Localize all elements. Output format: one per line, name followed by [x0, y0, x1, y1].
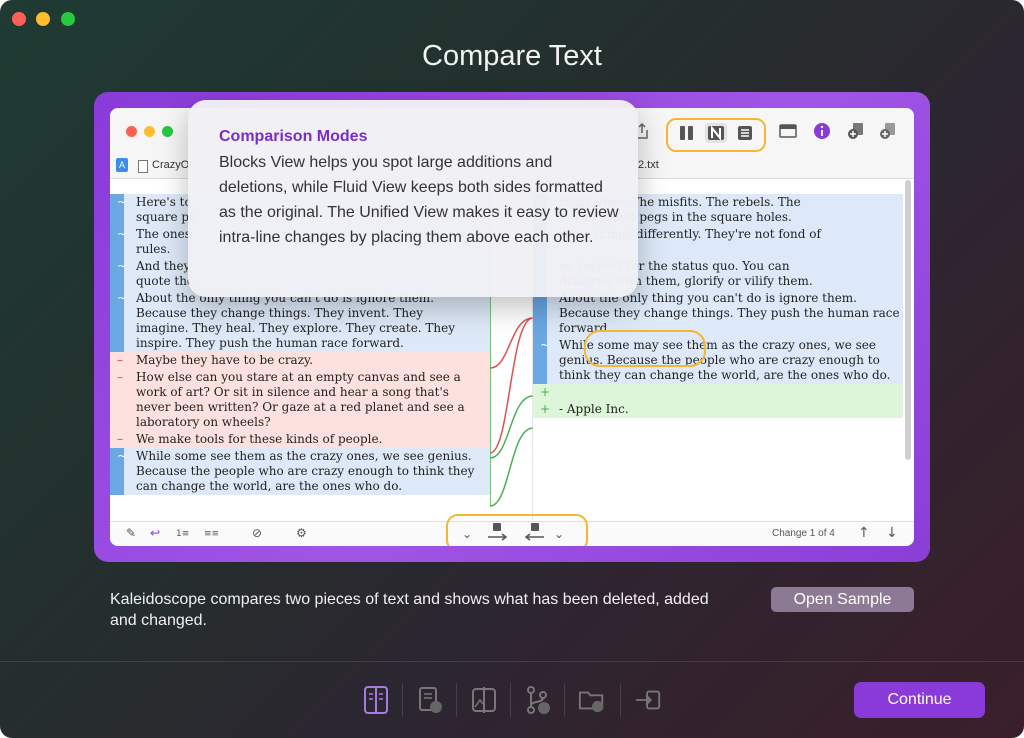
- diff-marker: ~: [117, 227, 128, 241]
- diff-marker: ~: [117, 449, 128, 463]
- diff-block-add[interactable]: +: [533, 384, 903, 401]
- diff-marker: ~: [117, 259, 128, 273]
- footer-icon-divider: [402, 683, 403, 717]
- intra-line-change-highlight: [584, 330, 706, 367]
- diff-line: Maybe they have to be crazy.: [136, 353, 314, 367]
- preview-bottom-bar: ✎ ↩ 1≡ ≡≡ ⊘ ⚙ ⌄ ⌄ Change 1 of 4 ↑ ↓: [110, 514, 914, 546]
- diff-line: Here's to: [136, 195, 192, 209]
- footer-icon-divider: [510, 683, 511, 717]
- diff-block-chg[interactable]: About the only thing you can't do is ign…: [533, 290, 903, 337]
- vertical-scrollbar[interactable]: [905, 180, 911, 460]
- unified-view-icon: [738, 126, 752, 140]
- zoom-window-button[interactable]: [61, 12, 75, 26]
- diff-line: - Apple Inc.: [559, 402, 629, 416]
- settings-icon[interactable]: ⚙: [296, 526, 307, 540]
- app-window: Compare Text A CrazyOr 2.txt ~ Here's to…: [0, 0, 1024, 738]
- change-gutter: [533, 290, 547, 337]
- ignore-whitespace-icon[interactable]: ⊘: [252, 526, 262, 540]
- next-change-icon[interactable]: ↓: [886, 525, 898, 541]
- fluid-view-icon: [708, 125, 724, 141]
- comparison-mode-switcher: [666, 118, 766, 152]
- diff-line: The ones: [136, 227, 191, 241]
- diff-block-del[interactable]: – Maybe they have to be crazy.: [110, 352, 490, 369]
- add-file-icon[interactable]: [846, 122, 866, 140]
- feature-description: Kaleidoscope compares two pieces of text…: [110, 591, 709, 629]
- apply-a-to-b-icon[interactable]: [486, 522, 508, 545]
- minimize-window-button[interactable]: [36, 12, 50, 26]
- diff-line: inspire. They push the human race forwar…: [136, 336, 404, 350]
- diff-line: work of art? Or sit in silence and hear …: [136, 385, 449, 399]
- popover-title: Comparison Modes: [219, 128, 368, 145]
- diff-block-del[interactable]: – How else can you stare at an empty canv…: [110, 369, 490, 431]
- diff-line: Because they change things. They push th…: [559, 306, 900, 320]
- compare-text-icon[interactable]: [362, 684, 390, 716]
- diff-marker: –: [117, 353, 123, 367]
- diff-line: Because the people who are crazy enough …: [136, 464, 475, 478]
- footer-divider: [0, 661, 1024, 662]
- diff-line: laboratory on wheels?: [136, 415, 271, 429]
- blocks-view-button[interactable]: [676, 123, 698, 143]
- diff-marker: ~: [117, 291, 128, 305]
- diff-line: quote the: [136, 274, 195, 288]
- folder-sync-icon[interactable]: [578, 684, 606, 716]
- image-compare-icon[interactable]: [470, 684, 498, 716]
- git-branch-icon[interactable]: [524, 684, 552, 716]
- invisibles-icon[interactable]: ≡≡: [204, 529, 219, 539]
- line-numbers-icon[interactable]: 1≡: [176, 529, 189, 539]
- diff-block-chg[interactable]: ~ While some see them as the crazy ones, …: [110, 448, 490, 495]
- add-folder-icon[interactable]: [878, 122, 898, 140]
- diff-marker: –: [117, 432, 123, 446]
- diff-line: How else can you stare at an empty canva…: [136, 370, 461, 384]
- info-icon[interactable]: [812, 122, 832, 140]
- diff-line: rules.: [136, 242, 171, 256]
- apply-b-to-a-icon[interactable]: [524, 522, 546, 545]
- diff-marker: +: [540, 385, 551, 399]
- diff-line: can change the world, are the ones who d…: [136, 479, 403, 493]
- footer-icon-divider: [456, 683, 457, 717]
- unified-view-button[interactable]: [734, 123, 756, 143]
- diff-marker: –: [117, 370, 123, 384]
- wrap-lines-icon[interactable]: ↩: [150, 526, 160, 540]
- preview-close-dot: [126, 126, 137, 137]
- diff-block-add[interactable]: + - Apple Inc.: [533, 401, 903, 418]
- document-icon: [138, 160, 148, 173]
- brush-icon[interactable]: ✎: [126, 526, 136, 540]
- diff-block-del[interactable]: – We make tools for these kinds of people…: [110, 431, 490, 448]
- change-counter: Change 1 of 4: [772, 528, 835, 539]
- document-merge-icon[interactable]: [416, 684, 444, 716]
- merge-direction-group: ⌄ ⌄: [446, 514, 588, 546]
- chevron-down-icon[interactable]: ⌄: [554, 527, 564, 541]
- popover-body: Blocks View helps you spot large additio…: [219, 154, 619, 246]
- diff-line: We make tools for these kinds of people.: [136, 432, 383, 446]
- close-window-button[interactable]: [12, 12, 26, 26]
- diff-line: While some see them as the crazy ones, w…: [136, 449, 472, 463]
- diff-marker: ~: [117, 195, 128, 209]
- preview-minimize-dot: [144, 126, 155, 137]
- diff-line: imagine. They heal. They explore. They c…: [136, 321, 456, 335]
- diff-line: Because they change things. They invent.…: [136, 306, 424, 320]
- right-file-name[interactable]: 2.txt: [638, 159, 659, 171]
- import-arrow-icon[interactable]: [634, 684, 662, 716]
- diff-line: never been written? Or gaze at a red pla…: [136, 400, 465, 414]
- page-title: Compare Text: [422, 40, 602, 72]
- file-a-badge: A: [116, 158, 128, 172]
- previous-change-icon[interactable]: ↑: [858, 525, 870, 541]
- comparison-modes-popover: Comparison Modes Blocks View helps you s…: [188, 100, 638, 297]
- blocks-view-icon: [680, 126, 693, 140]
- diff-marker: +: [540, 402, 551, 416]
- fluid-view-button[interactable]: [705, 123, 727, 143]
- footer-icon-divider: [620, 683, 621, 717]
- preview-zoom-dot: [162, 126, 173, 137]
- left-file-name[interactable]: CrazyOr: [152, 159, 193, 171]
- diff-block-chg[interactable]: ~ About the only thing you can't do is ig…: [110, 290, 490, 352]
- diff-line: think they can change the world, are the…: [559, 368, 891, 382]
- continue-button[interactable]: Continue: [854, 682, 985, 718]
- chevron-down-icon[interactable]: ⌄: [462, 527, 472, 541]
- open-sample-button[interactable]: Open Sample: [771, 587, 914, 612]
- panel-toggle-icon[interactable]: [778, 122, 798, 140]
- diff-marker: ~: [540, 338, 551, 352]
- diff-line: And they: [136, 259, 191, 273]
- footer-icon-divider: [564, 683, 565, 717]
